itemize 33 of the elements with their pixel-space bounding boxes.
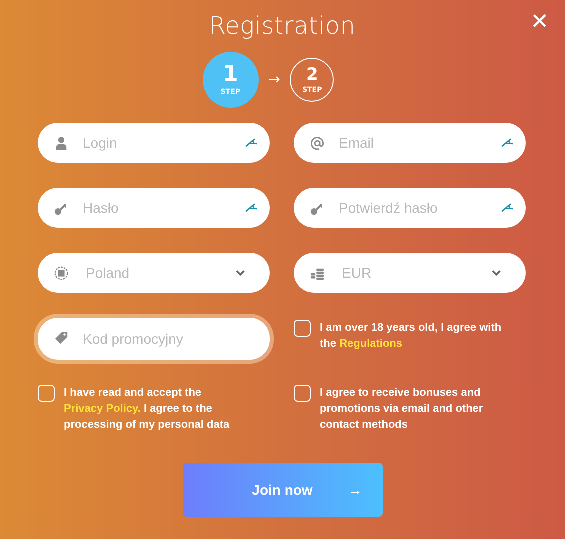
- window-title: Registration: [209, 12, 356, 40]
- input-field[interactable]: Hasło: [38, 188, 270, 228]
- at-icon: [310, 136, 325, 151]
- checkbox[interactable]: [294, 320, 311, 337]
- close-button[interactable]: ✕: [530, 12, 549, 34]
- globe-icon: [54, 266, 69, 281]
- input-field[interactable]: Email: [294, 123, 526, 163]
- arrow-icon: →: [268, 72, 280, 88]
- checkbox[interactable]: [38, 385, 55, 402]
- coins-icon: [310, 266, 325, 281]
- consent-text: I am over 18 years old, I agree with the Regulations: [320, 321, 503, 352]
- consent-text: I have read and accept the Privacy Policy. I agree to the processing of my personal data: [64, 386, 231, 433]
- key-icon: [54, 201, 69, 216]
- link[interactable]: Regulations: [340, 338, 403, 350]
- link[interactable]: Policy.: [106, 403, 141, 415]
- dropdown[interactable]: Poland: [38, 253, 270, 293]
- key-icon: [310, 201, 325, 216]
- fork-icon[interactable]: [501, 138, 514, 148]
- user-icon: [54, 136, 69, 151]
- input-field[interactable]: Kod promocyjny: [38, 318, 270, 360]
- consent-text: I agree to receive bonuses and promotions via email and other contact methods: [320, 386, 484, 433]
- input-field[interactable]: Login: [38, 123, 270, 163]
- checkbox[interactable]: [294, 385, 311, 402]
- fork-icon[interactable]: [245, 138, 258, 148]
- input-field[interactable]: Potwierdź hasło: [294, 188, 526, 228]
- chevron-down-icon: [491, 269, 502, 277]
- link[interactable]: Privacy: [64, 403, 104, 415]
- tag-icon: [54, 331, 69, 346]
- fork-icon[interactable]: [245, 203, 258, 213]
- fork-icon[interactable]: [501, 203, 514, 213]
- dropdown[interactable]: EUR: [294, 253, 526, 293]
- join-button[interactable]: Join now →: [182, 463, 382, 517]
- chevron-down-icon: [235, 269, 246, 277]
